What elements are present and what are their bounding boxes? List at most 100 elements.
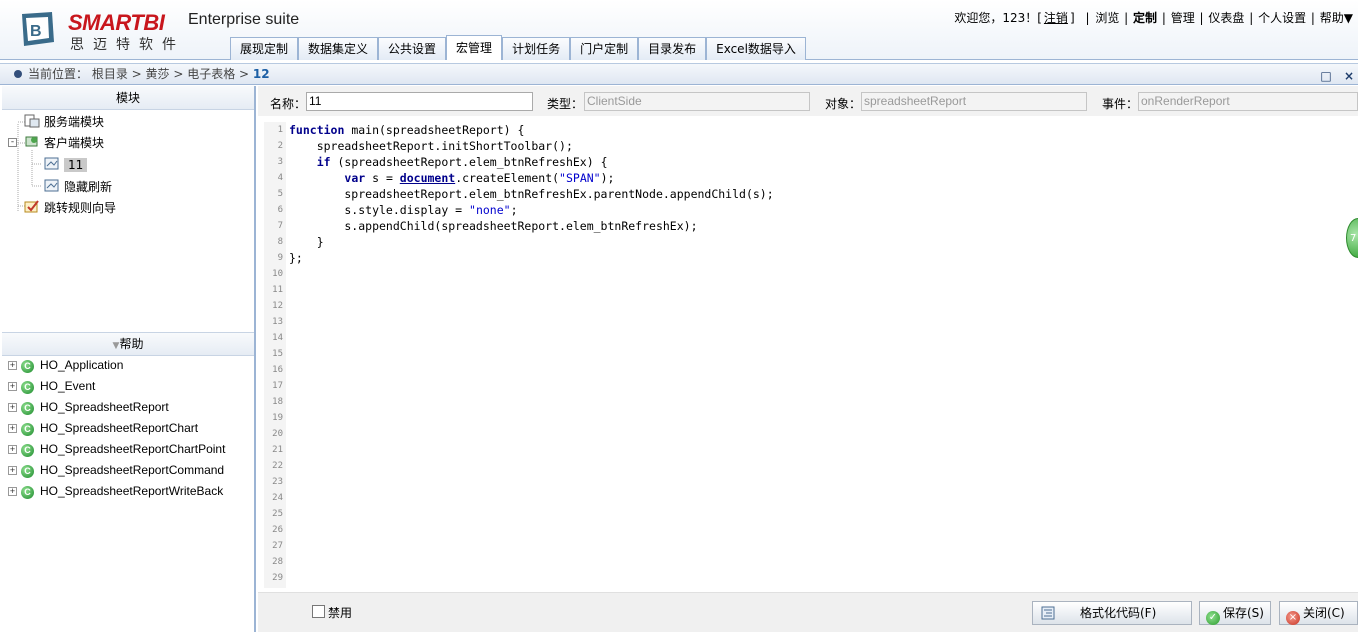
- tree-item-hide-refresh[interactable]: 隐藏刷新: [44, 177, 112, 197]
- line-number: 4: [277, 173, 283, 183]
- expand-plus-icon[interactable]: +: [8, 403, 17, 412]
- type-label: 类型：: [547, 97, 584, 111]
- maximize-icon[interactable]: □: [1320, 69, 1331, 83]
- line-number: 19: [272, 413, 283, 423]
- format-code-button[interactable]: 格式化代码(F): [1032, 601, 1192, 625]
- format-code-label: 格式化代码(F): [1080, 606, 1157, 620]
- save-label: 保存(S): [1223, 606, 1264, 620]
- tree-item-macro-11[interactable]: 11: [44, 155, 88, 175]
- help-item[interactable]: + C HO_SpreadsheetReportChart: [8, 418, 198, 439]
- type-field: ClientSide: [584, 92, 810, 111]
- help-item[interactable]: + C HO_SpreadsheetReportWriteBack: [8, 481, 223, 502]
- name-field[interactable]: 11: [306, 92, 533, 111]
- code-editor[interactable]: 1 2 3 4 5 6 7 8 9 10 11 12 13 14 15 16 17 18 19 20 21 22 23 24 2…: [264, 118, 1358, 588]
- window-buttons: □ ×: [1320, 66, 1354, 86]
- class-c-icon: C: [21, 360, 34, 373]
- expand-plus-icon[interactable]: +: [8, 466, 17, 475]
- breadcrumb-prefix: 当前位置：: [28, 67, 89, 81]
- line-number: 6: [277, 205, 283, 215]
- breadcrumb-current: 12: [252, 67, 270, 81]
- tab-report-customize[interactable]: 展现定制: [230, 37, 299, 60]
- svg-text:B: B: [30, 23, 42, 40]
- line-number: 14: [272, 333, 283, 343]
- macro-editor-panel: 名称： 11 类型： ClientSide 对象： spreadsheetRep…: [258, 86, 1358, 632]
- line-number: 26: [272, 525, 283, 535]
- line-number: 20: [272, 429, 283, 439]
- close-label: 关闭(C): [1303, 606, 1345, 620]
- logout-link[interactable]: 注销: [1044, 11, 1068, 25]
- collapse-toggle[interactable]: -: [8, 138, 17, 147]
- help-item-label: HO_SpreadsheetReportCommand: [40, 463, 225, 477]
- class-c-icon: C: [21, 444, 34, 457]
- help-title-label: 帮助: [119, 337, 144, 351]
- event-field: onRenderReport: [1138, 92, 1358, 111]
- welcome-end: ]: [1069, 11, 1075, 25]
- tree-item-redirect-wizard[interactable]: 跳转规则向导: [24, 198, 116, 218]
- tab-macro-management[interactable]: 宏管理: [446, 35, 503, 60]
- disable-label: 禁用: [328, 606, 353, 620]
- suite-title: Enterprise suite: [188, 11, 300, 28]
- object-field: spreadsheetReport: [861, 92, 1087, 111]
- help-item[interactable]: + C HO_Application: [8, 355, 123, 376]
- name-label: 名称：: [270, 97, 307, 111]
- help-item[interactable]: + C HO_SpreadsheetReportCommand: [8, 460, 224, 481]
- tab-dataset-definition[interactable]: 数据集定义: [298, 37, 379, 60]
- tab-excel-import[interactable]: Excel数据导入: [706, 37, 806, 60]
- expand-plus-icon[interactable]: +: [8, 487, 17, 496]
- welcome-text: 欢迎您，123！[: [954, 11, 1042, 25]
- smartbi-logo-icon: B: [22, 12, 54, 46]
- module-panel: 模块 服务端模块 - 客户端模块 11 隐藏刷新 跳转规则向导 ▼帮助 + C HO…: [2, 86, 256, 632]
- line-number: 13: [272, 317, 283, 327]
- line-number: 17: [272, 381, 283, 391]
- tab-catalog-publish[interactable]: 目录发布: [638, 37, 707, 60]
- location-bullet-icon: [14, 70, 22, 78]
- nav-help[interactable]: 帮助▼: [1320, 11, 1353, 25]
- tree-item-server-module[interactable]: 服务端模块: [24, 112, 104, 132]
- expand-plus-icon[interactable]: +: [8, 424, 17, 433]
- tree-item-label: 客户端模块: [44, 136, 105, 150]
- app-header: B SMARTBI 思迈特软件 Enterprise suite 欢迎您，123…: [0, 0, 1358, 60]
- disable-checkbox[interactable]: [312, 605, 325, 618]
- line-number: 5: [277, 189, 283, 199]
- expand-plus-icon[interactable]: +: [8, 445, 17, 454]
- line-number: 22: [272, 461, 283, 471]
- close-x-icon: ×: [1286, 611, 1300, 625]
- class-c-icon: C: [21, 465, 34, 478]
- save-check-icon: ✓: [1206, 611, 1220, 625]
- help-item[interactable]: + C HO_SpreadsheetReportChartPoint: [8, 439, 225, 460]
- line-number: 23: [272, 477, 283, 487]
- code-content[interactable]: function main(spreadsheetReport) { sprea…: [289, 122, 774, 266]
- breadcrumb: 当前位置： 根目录 > 黄莎 > 电子表格 > 12 □ ×: [0, 63, 1358, 85]
- help-item-label: HO_SpreadsheetReportWriteBack: [40, 484, 224, 498]
- help-item[interactable]: + C HO_SpreadsheetReport: [8, 397, 169, 418]
- tab-portal-customize[interactable]: 门户定制: [570, 37, 639, 60]
- help-item-label: HO_SpreadsheetReport: [40, 400, 169, 414]
- close-icon[interactable]: ×: [1344, 69, 1354, 83]
- class-c-icon: C: [21, 381, 34, 394]
- expand-plus-icon[interactable]: +: [8, 382, 17, 391]
- tab-scheduled-tasks[interactable]: 计划任务: [502, 37, 571, 60]
- line-number: 11: [272, 285, 283, 295]
- tree-item-client-module[interactable]: 客户端模块: [24, 133, 104, 153]
- line-number-gutter: 1 2 3 4 5 6 7 8 9 10 11 12 13 14 15 16 17 18 19 20 21 22 23 24 2…: [264, 122, 286, 588]
- nav-manage[interactable]: 管理: [1171, 11, 1195, 25]
- help-item-label: HO_SpreadsheetReportChartPoint: [40, 442, 226, 456]
- line-number: 2: [277, 141, 283, 151]
- close-button[interactable]: × 关闭(C): [1279, 601, 1358, 625]
- expand-plus-icon[interactable]: +: [8, 361, 17, 370]
- save-button[interactable]: ✓ 保存(S): [1199, 601, 1271, 625]
- line-number: 12: [272, 301, 283, 311]
- macro-script-icon: [44, 179, 59, 192]
- wizard-icon: [24, 200, 39, 213]
- line-number: 3: [277, 157, 283, 167]
- nav-personal-settings[interactable]: 个人设置: [1258, 11, 1306, 25]
- tab-public-settings[interactable]: 公共设置: [378, 37, 447, 60]
- top-navigation: 欢迎您，123！[注销] | 浏览 | 定制 | 管理 | 仪表盘 | 个人设置…: [954, 11, 1353, 25]
- line-number: 8: [277, 237, 283, 247]
- help-item[interactable]: + C HO_Event: [8, 376, 95, 397]
- format-code-icon: [1041, 606, 1055, 620]
- nav-customize[interactable]: 定制: [1133, 11, 1157, 25]
- line-number: 24: [272, 493, 283, 503]
- nav-dashboard[interactable]: 仪表盘: [1208, 11, 1244, 25]
- nav-browse[interactable]: 浏览: [1095, 11, 1119, 25]
